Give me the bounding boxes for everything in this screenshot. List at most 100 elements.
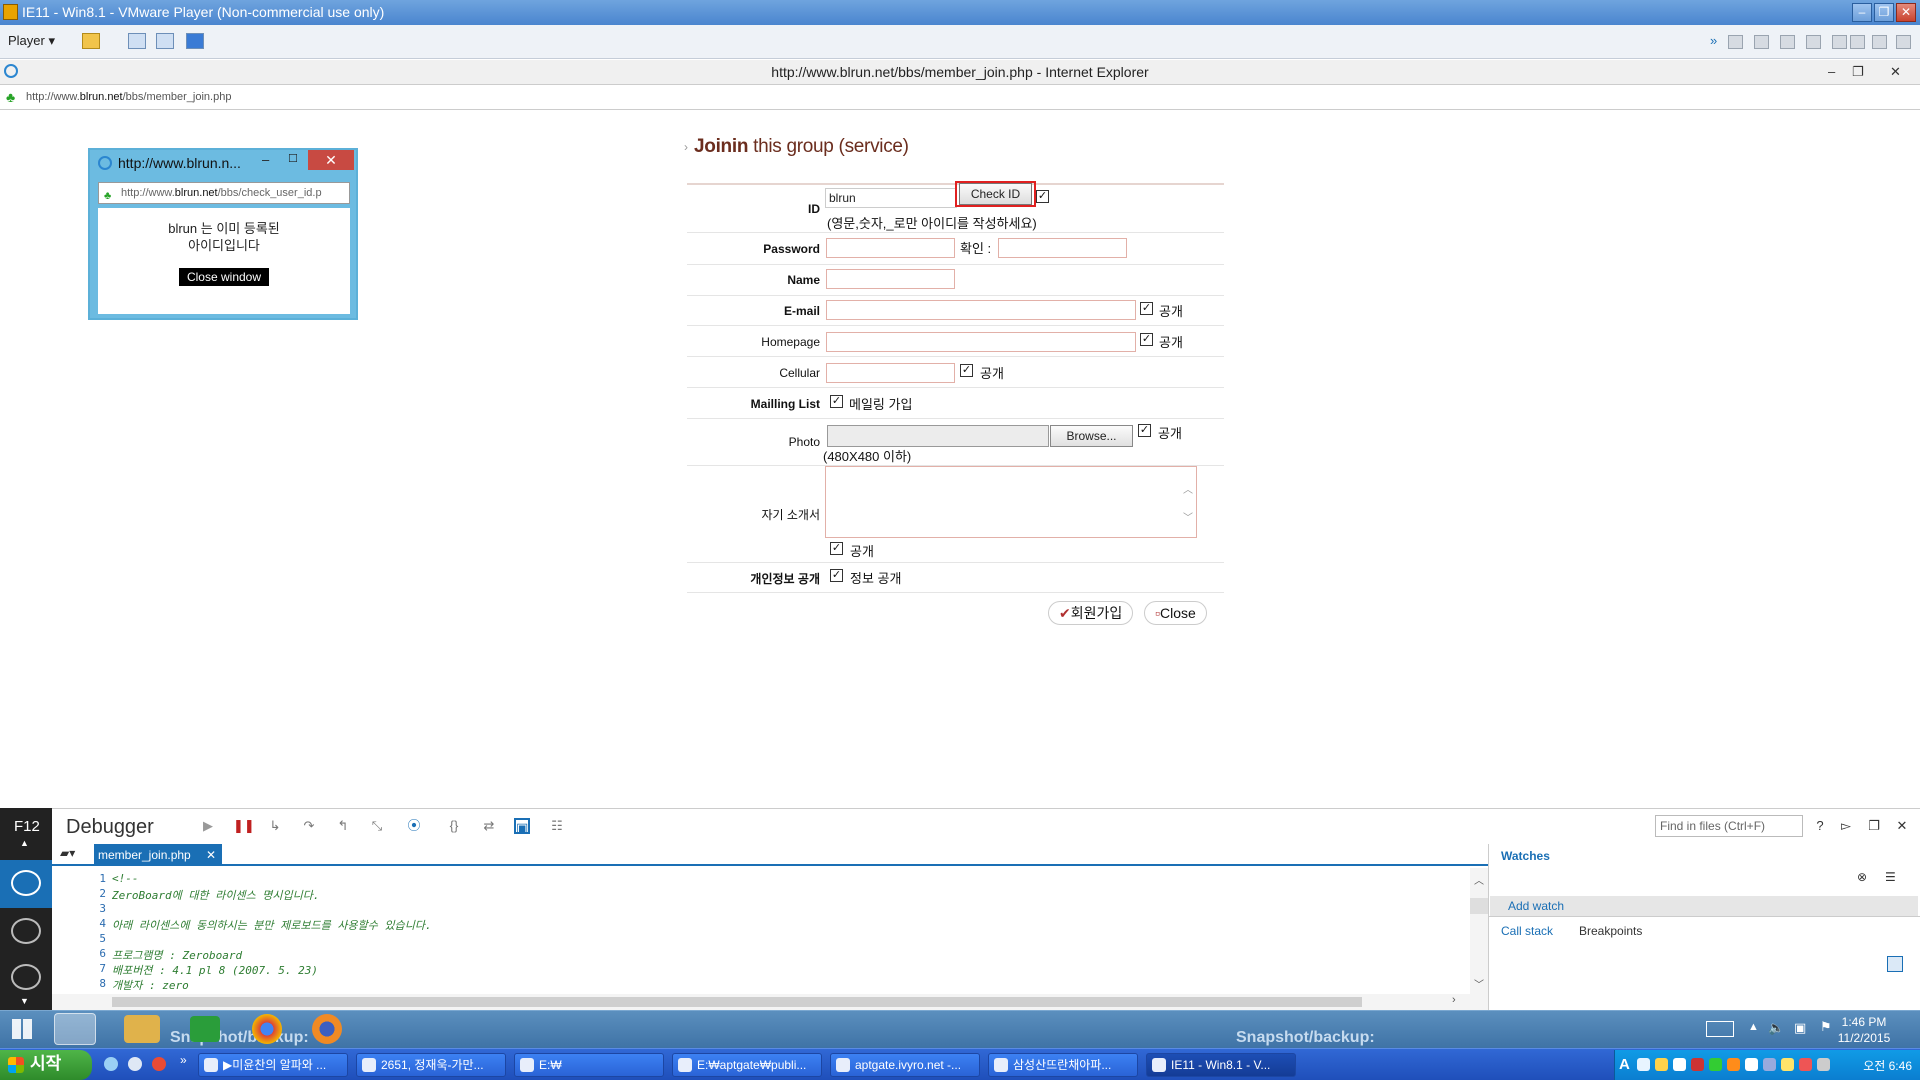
tray-icon-8[interactable] <box>1763 1058 1776 1071</box>
taskbar-button[interactable]: ▶미윤찬의 알파와 ... <box>198 1053 348 1077</box>
break-on-new-worker-icon[interactable]: ⤡ <box>369 818 385 834</box>
password-confirm-input[interactable] <box>998 238 1127 258</box>
tray-icon-9[interactable] <box>1781 1058 1794 1071</box>
device-cd-icon[interactable] <box>1754 35 1769 49</box>
photo-file-input[interactable] <box>827 425 1049 447</box>
more-devices-icon[interactable]: » <box>1710 33 1717 48</box>
tray-icon-6[interactable] <box>1727 1058 1740 1071</box>
console-toggle-icon[interactable]: ▻ <box>1838 818 1854 834</box>
vertical-scrollbar[interactable]: ︿ ﹀ <box>1470 868 1488 994</box>
device-hdd-icon[interactable] <box>1728 35 1743 49</box>
code-line[interactable]: 8 개발자 : zero <box>52 977 1452 992</box>
step-over-icon[interactable]: ↷ <box>301 818 317 834</box>
taskbar-firefox-icon[interactable] <box>312 1014 342 1044</box>
taskbar-button[interactable]: IE11 - Win8.1 - V... <box>1146 1053 1296 1077</box>
devtools-close-icon[interactable]: ✕ <box>1894 818 1910 834</box>
break-icon[interactable]: ❚❚ <box>233 818 255 834</box>
breakpoints-tab[interactable]: Breakpoints <box>1579 924 1642 938</box>
network-tray-icon[interactable]: ▣ <box>1794 1020 1806 1036</box>
ie-restore-icon[interactable]: ❐ <box>1852 60 1864 84</box>
watches-tab[interactable]: Watches <box>1501 849 1550 863</box>
start-button[interactable]: 시작 <box>0 1050 92 1080</box>
intro-textarea[interactable]: ︿ ﹀ <box>825 466 1197 538</box>
ie-close-icon[interactable]: ✕ <box>1890 60 1901 84</box>
device-printer-icon[interactable] <box>1850 35 1865 49</box>
quicklaunch-ie-icon[interactable] <box>104 1057 118 1071</box>
player-menu[interactable]: Player ▾ <box>8 33 55 49</box>
taskbar-store-icon[interactable] <box>190 1016 220 1042</box>
hscroll-thumb[interactable] <box>112 997 1362 1007</box>
email-input[interactable] <box>826 300 1136 320</box>
exception-behavior-icon[interactable]: ⦿ <box>406 818 422 834</box>
send-ctrl-alt-del-icon[interactable] <box>128 33 146 49</box>
code-line[interactable]: 7 배포버젼 : 4.1 pl 8 (2007. 5. 23) <box>52 962 1452 977</box>
code-editor[interactable]: 1 <!-- 2 ZeroBoard에 대한 라이센스 명시입니다. 3 4 아래 라이센스… <box>52 868 1470 1010</box>
cellular-input[interactable] <box>826 363 955 383</box>
taskbar-button[interactable]: E:₩ <box>514 1053 664 1077</box>
close-button[interactable]: ▫Close <box>1144 601 1207 625</box>
homepage-input[interactable] <box>826 332 1136 352</box>
code-line[interactable]: 3 <box>52 902 1452 917</box>
just-my-code-icon[interactable]: ▣ <box>514 818 530 835</box>
code-line[interactable]: 2 ZeroBoard에 대한 라이센스 명시입니다. <box>52 887 1452 902</box>
code-line[interactable]: 4 아래 라이센스에 동의하시는 분만 제로보드를 사용할수 있습니다. <box>52 917 1452 932</box>
tray-icon-3[interactable] <box>1673 1058 1686 1071</box>
help-icon[interactable]: ? <box>1812 818 1828 834</box>
unity-icon[interactable] <box>186 33 204 49</box>
taskbar-explorer-icon[interactable] <box>124 1015 160 1043</box>
volume-icon[interactable]: 🔈 <box>1768 1020 1784 1036</box>
keyboard-icon[interactable] <box>1706 1021 1734 1037</box>
call-stack-options-icon[interactable] <box>1887 956 1903 972</box>
tray-icon-11[interactable] <box>1817 1058 1830 1071</box>
maximize-icon[interactable]: ❐ <box>1874 3 1894 22</box>
step-out-icon[interactable]: ↰ <box>335 818 351 834</box>
performance-icon[interactable] <box>11 964 41 990</box>
horizontal-scrollbar[interactable]: › <box>52 994 1488 1010</box>
taskbar-clock[interactable]: 1:46 PM 11/2/2015 <box>1820 1014 1908 1046</box>
code-line[interactable]: 5 <box>52 932 1452 947</box>
tray-icon-2[interactable] <box>1655 1058 1668 1071</box>
add-watch-row[interactable]: Add watch <box>1490 896 1918 916</box>
device-lock-icon[interactable] <box>1896 35 1911 49</box>
scroll-down-icon[interactable]: ﹀ <box>1182 509 1194 524</box>
scroll-thumb[interactable] <box>1470 898 1488 914</box>
check-id-button[interactable]: Check ID <box>959 183 1032 205</box>
taskbar-chrome-icon[interactable] <box>252 1014 282 1044</box>
call-stack-tab[interactable]: Call stack <box>1501 924 1553 938</box>
scroll-up-icon[interactable]: ︿ <box>1474 872 1484 887</box>
browse-button[interactable]: Browse... <box>1050 425 1133 447</box>
collapse-icon[interactable]: ▲ <box>20 838 29 848</box>
source-maps-icon[interactable]: ☷ <box>549 818 565 834</box>
intro-public-checkbox[interactable]: ✓ <box>830 542 843 555</box>
more-tools-icon[interactable]: ▼ <box>20 996 29 1006</box>
minimize-icon[interactable]: – <box>1852 3 1872 22</box>
watch-options-icon[interactable]: ☰ <box>1885 870 1896 884</box>
close-window-button[interactable]: Close window <box>178 268 270 286</box>
scroll-right-icon[interactable]: › <box>1452 994 1456 1006</box>
word-wrap-icon[interactable]: ⇄ <box>481 818 497 834</box>
tray-icon-1[interactable] <box>1637 1058 1650 1071</box>
popup-maximize-icon[interactable]: ☐ <box>288 152 298 165</box>
code-line[interactable]: 6 프로그램명 : Zeroboard <box>52 947 1452 962</box>
folder-icon[interactable]: ▰▾ <box>60 846 75 860</box>
ie-address-bar[interactable]: ♣ http://www.blrun.net/bbs/member_join.p… <box>0 84 1920 110</box>
continue-icon[interactable]: ▶ <box>200 818 216 834</box>
popup-address-bar[interactable]: ♣ http://www.blrun.net/bbs/check_user_id… <box>98 182 350 204</box>
device-display-icon[interactable] <box>1872 35 1887 49</box>
pause-icon[interactable] <box>82 33 100 49</box>
ime-icon[interactable]: A <box>1619 1056 1630 1073</box>
quicklaunch-skype-icon[interactable] <box>128 1057 142 1071</box>
device-usb-icon[interactable] <box>1806 35 1821 49</box>
popup-close-icon[interactable]: ✕ <box>308 150 354 170</box>
show-hidden-icons[interactable]: ▲ <box>1748 1021 1759 1033</box>
file-tab[interactable]: member_join.php ✕ <box>94 844 222 866</box>
debugger-bug-icon[interactable] <box>11 870 41 896</box>
join-button[interactable]: ✔회원가입 <box>1048 601 1134 625</box>
cellular-public-checkbox[interactable]: ✓ <box>960 364 973 377</box>
taskbar-button[interactable]: aptgate.ivyro.net -... <box>830 1053 980 1077</box>
quicklaunch-more-icon[interactable]: » <box>180 1053 187 1067</box>
device-network-icon[interactable] <box>1780 35 1795 49</box>
popup-minimize-icon[interactable]: – <box>262 152 269 167</box>
ie-minimize-icon[interactable]: – <box>1828 60 1835 84</box>
code-line[interactable]: 1 <!-- <box>52 872 1452 887</box>
